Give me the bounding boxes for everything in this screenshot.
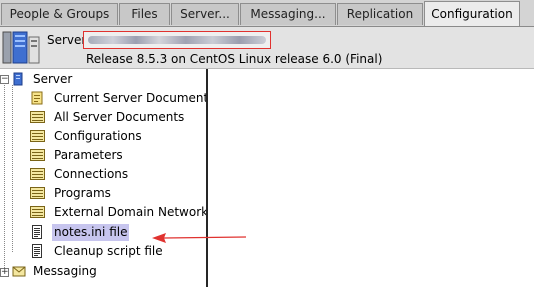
navigation-tree: − Server Current Server Document All Ser… bbox=[0, 69, 208, 287]
tree-item-programs[interactable]: Programs bbox=[30, 185, 206, 202]
server-label: Server bbox=[47, 33, 87, 47]
content-pane bbox=[208, 69, 534, 287]
tree-item-label: All Server Documents bbox=[54, 110, 185, 124]
server-name-redacted-highlight bbox=[83, 31, 271, 49]
tab-configuration[interactable]: Configuration bbox=[424, 1, 520, 26]
tab-people-groups[interactable]: People & Groups bbox=[1, 3, 118, 25]
tree-connector-children bbox=[12, 85, 13, 252]
view-list-icon bbox=[30, 149, 45, 161]
tab-messaging[interactable]: Messaging... bbox=[240, 3, 336, 25]
domino-server-icon bbox=[2, 31, 40, 64]
tree-item-parameters[interactable]: Parameters bbox=[30, 147, 206, 164]
messaging-icon bbox=[12, 266, 26, 277]
document-icon bbox=[31, 91, 43, 105]
tree-item-configurations[interactable]: Configurations bbox=[30, 128, 206, 145]
server-icon bbox=[13, 72, 23, 86]
tree-item-connections[interactable]: Connections bbox=[30, 166, 206, 183]
tab-bar: People & Groups Files Server... Messagin… bbox=[0, 0, 534, 27]
tab-replication[interactable]: Replication bbox=[337, 3, 423, 25]
expand-messaging-toggle[interactable]: + bbox=[0, 268, 9, 277]
view-list-icon bbox=[30, 130, 45, 142]
view-list-icon bbox=[30, 206, 45, 218]
tree-node-label: Server bbox=[33, 72, 73, 86]
tree-item-label: Cleanup script file bbox=[54, 244, 163, 258]
tree-item-label: Connections bbox=[54, 167, 129, 181]
tree-item-label: Current Server Document bbox=[54, 91, 209, 105]
tree-item-current-server-document[interactable]: Current Server Document bbox=[30, 90, 208, 107]
tree-item-label: notes.ini file bbox=[52, 224, 130, 241]
notes-file-icon bbox=[32, 244, 42, 258]
server-name-redaction bbox=[88, 36, 266, 44]
tab-files[interactable]: Files bbox=[119, 3, 170, 25]
tree-item-label: Parameters bbox=[54, 148, 123, 162]
release-info: Release 8.5.3 on CentOS Linux release 6.… bbox=[86, 52, 383, 66]
tab-server[interactable]: Server... bbox=[171, 3, 239, 25]
tree-node-label: Messaging bbox=[33, 264, 97, 278]
collapse-server-toggle[interactable]: − bbox=[0, 75, 9, 84]
tree-connector-root bbox=[4, 85, 5, 276]
tree-item-all-server-documents[interactable]: All Server Documents bbox=[30, 109, 206, 126]
tree-item-external-domain-network[interactable]: External Domain Network Ir bbox=[30, 204, 206, 221]
view-list-icon bbox=[30, 111, 45, 123]
view-list-icon bbox=[30, 168, 45, 180]
tree-item-label: Programs bbox=[54, 186, 111, 200]
tree-item-label: Configurations bbox=[54, 129, 142, 143]
notes-file-icon bbox=[32, 225, 42, 239]
view-list-icon bbox=[30, 187, 45, 199]
annotation-arrow-icon bbox=[152, 233, 247, 243]
tree-item-label: External Domain Network Ir bbox=[54, 205, 206, 219]
server-header: Server Release 8.5.3 on CentOS Linux rel… bbox=[0, 27, 534, 69]
